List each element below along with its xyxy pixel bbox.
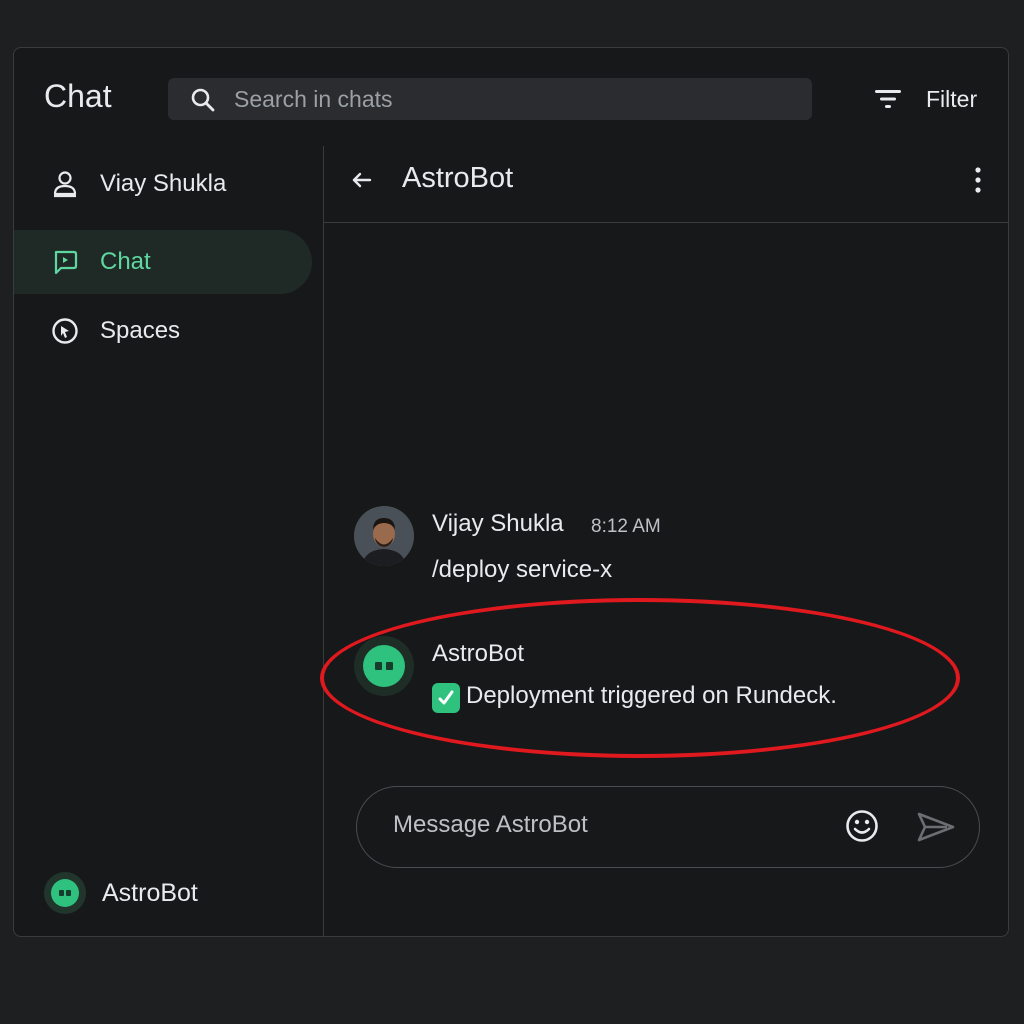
user-avatar[interactable]	[354, 506, 414, 566]
search-icon	[190, 87, 216, 118]
back-arrow-icon[interactable]	[350, 168, 374, 192]
chat-header-divider	[324, 222, 1008, 223]
sidebar-item-label: Spaces	[100, 317, 181, 344]
message-text: /deploy service-x	[432, 556, 613, 583]
bot-icon	[44, 872, 86, 914]
filter-button[interactable]: Filter	[874, 82, 977, 116]
message-body: Deployment triggered on Rundeck.	[432, 682, 837, 713]
sidebar-bot-item[interactable]: AstroBot	[44, 872, 198, 914]
bot-icon[interactable]	[354, 636, 414, 696]
chat-title: AstroBot	[402, 162, 514, 194]
message-input[interactable]: Message AstroBot	[356, 786, 980, 868]
app-title: Chat	[44, 78, 112, 114]
search-input[interactable]: Search in chats	[168, 78, 812, 120]
check-icon	[432, 683, 460, 713]
filter-icon	[874, 88, 902, 110]
message-timestamp: 8:12 AM	[591, 516, 661, 537]
highlight-annotation	[320, 598, 960, 758]
chat-window: Chat Search in chats Filter Viay Shukla …	[13, 47, 1009, 937]
message-text: Deployment triggered on Rundeck.	[466, 682, 837, 709]
sidebar-item-label: Chat	[100, 248, 151, 275]
sidebar-item-profile[interactable]: Viay Shukla	[14, 152, 312, 216]
send-icon[interactable]	[917, 811, 955, 843]
chat-icon	[50, 247, 80, 277]
spaces-icon	[50, 316, 80, 346]
search-placeholder: Search in chats	[234, 86, 393, 112]
sidebar-divider	[323, 146, 324, 936]
chat-header: AstroBot	[324, 146, 1008, 222]
person-icon	[50, 169, 80, 199]
emoji-icon[interactable]	[845, 809, 879, 843]
sidebar-item-chat[interactable]: Chat	[14, 230, 312, 294]
more-options-icon[interactable]	[974, 166, 982, 194]
message-sender: AstroBot	[432, 640, 525, 667]
sidebar-item-spaces[interactable]: Spaces	[14, 299, 312, 363]
sidebar-item-label: Viay Shukla	[100, 170, 227, 197]
filter-label: Filter	[926, 85, 978, 112]
message-placeholder: Message AstroBot	[393, 811, 588, 838]
bot-label: AstroBot	[102, 878, 198, 907]
message-sender: Vijay Shukla	[432, 510, 564, 537]
